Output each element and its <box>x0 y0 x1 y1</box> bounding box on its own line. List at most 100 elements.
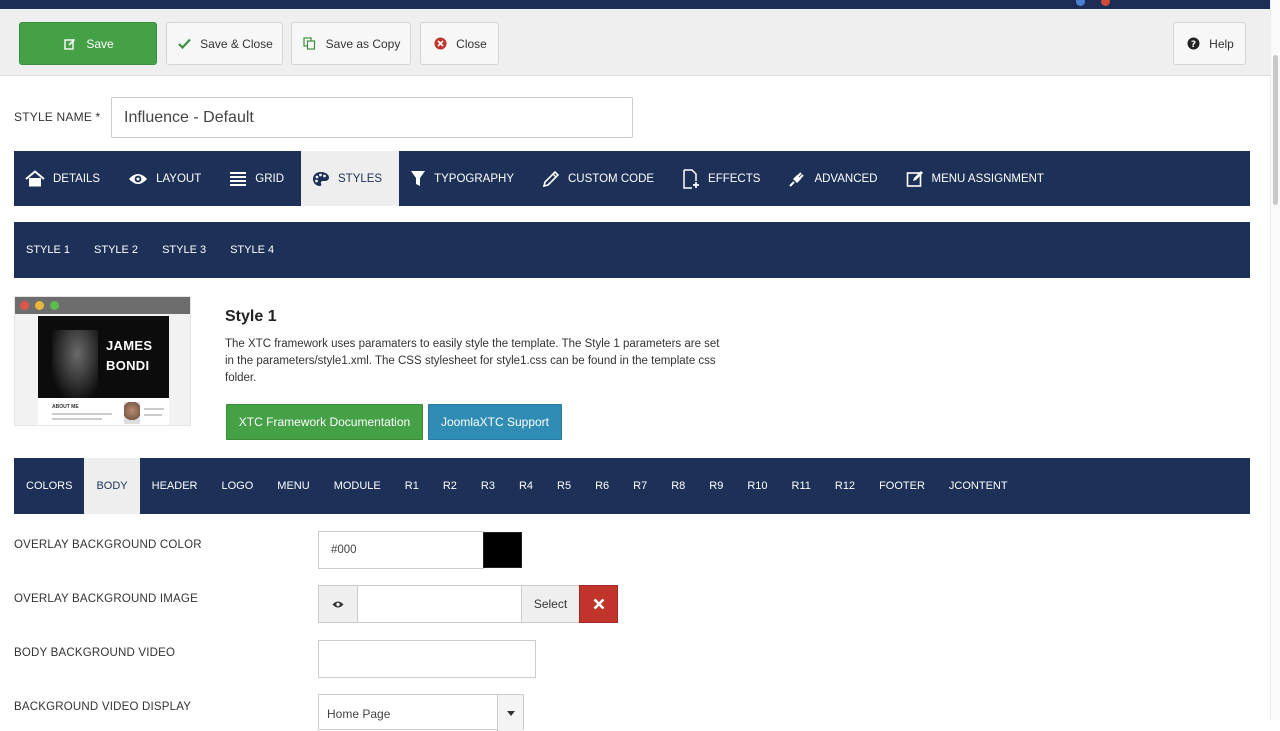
tab-r5[interactable]: R5 <box>545 458 583 514</box>
save-as-copy-label: Save as Copy <box>325 36 401 51</box>
overlay-bg-color-input[interactable]: #000 <box>318 531 484 569</box>
style-name-label: STYLE NAME * <box>14 110 101 124</box>
tab-footer[interactable]: FOOTER <box>867 458 937 514</box>
save-button[interactable]: Save <box>19 22 157 65</box>
color-swatch[interactable] <box>483 532 522 568</box>
preview-portrait <box>52 330 98 398</box>
tab-style-2[interactable]: STYLE 2 <box>82 222 150 278</box>
tab-jcontent[interactable]: JCONTENT <box>937 458 1020 514</box>
tab-logo[interactable]: LOGO <box>210 458 266 514</box>
tab-menu-assignment[interactable]: MENU ASSIGNMENT <box>895 151 1061 206</box>
overlay-bg-image-input[interactable] <box>357 585 522 623</box>
help-button[interactable]: ? Help <box>1173 22 1246 65</box>
notification-dot <box>1101 0 1110 6</box>
bg-video-display-label: BACKGROUND VIDEO DISPLAY <box>14 701 192 713</box>
preview-text-line <box>144 414 162 416</box>
top-header-strip <box>0 0 1280 9</box>
style-preview-thumbnail: JAMES BONDI ABOUT ME <box>14 296 191 426</box>
preview-browser-bar <box>15 297 190 314</box>
notification-dot <box>1076 0 1085 6</box>
tab-custom-code[interactable]: CUSTOM CODE <box>531 151 671 206</box>
tab-styles[interactable]: STYLES <box>301 151 400 206</box>
tab-style-4[interactable]: STYLE 4 <box>218 222 286 278</box>
style-name-input[interactable] <box>111 97 633 138</box>
close-button[interactable]: Close <box>420 22 499 65</box>
preview-image-button[interactable] <box>318 585 358 623</box>
section-tabs: COLORS BODY HEADER LOGO MENU MODULE R1 R… <box>14 458 1250 514</box>
tab-module[interactable]: MODULE <box>322 458 393 514</box>
tab-body[interactable]: BODY <box>84 458 140 514</box>
filter-icon <box>411 170 426 186</box>
preview-hero: JAMES BONDI <box>38 316 169 398</box>
main-tabs: DETAILS LAYOUT GRID STYLES TYPOGRAPHY CU… <box>14 151 1250 206</box>
tab-menu[interactable]: MENU <box>265 458 321 514</box>
help-label: Help <box>1209 36 1234 51</box>
clear-image-button[interactable] <box>579 585 618 623</box>
edit-square-icon <box>906 170 923 187</box>
tab-style-1[interactable]: STYLE 1 <box>14 222 82 278</box>
tab-style-3[interactable]: STYLE 3 <box>150 222 218 278</box>
new-file-icon <box>683 168 700 189</box>
plug-icon <box>789 171 805 187</box>
tab-r2[interactable]: R2 <box>431 458 469 514</box>
pencil-icon <box>542 170 560 187</box>
select-image-button[interactable]: Select <box>521 585 580 623</box>
chevron-down-icon <box>497 695 523 731</box>
tab-layout[interactable]: LAYOUT <box>117 151 218 206</box>
body-bg-video-input[interactable] <box>318 640 536 678</box>
tab-typography[interactable]: TYPOGRAPHY <box>399 151 531 206</box>
tab-grid-label: GRID <box>255 172 284 185</box>
tab-r10[interactable]: R10 <box>735 458 779 514</box>
save-as-copy-button[interactable]: Save as Copy <box>291 22 411 65</box>
bg-video-display-value: Home Page <box>327 707 391 721</box>
preview-name-line1: JAMES <box>106 338 153 353</box>
tab-r9[interactable]: R9 <box>697 458 735 514</box>
preview-dot-green <box>50 301 59 310</box>
tab-menu-assignment-label: MENU ASSIGNMENT <box>931 172 1044 185</box>
tab-r4[interactable]: R4 <box>507 458 545 514</box>
preview-profile-image <box>124 402 140 424</box>
tab-effects[interactable]: EFFECTS <box>671 151 777 206</box>
home-icon <box>25 169 45 186</box>
overlay-bg-image-label: OVERLAY BACKGROUND IMAGE <box>14 593 198 605</box>
style-description: The XTC framework uses paramaters to eas… <box>225 338 720 384</box>
list-icon <box>230 171 247 186</box>
tab-advanced[interactable]: ADVANCED <box>777 151 894 206</box>
preview-dot-red <box>20 301 29 310</box>
eye-icon <box>129 173 148 184</box>
preview-about-label: ABOUT ME <box>52 404 79 410</box>
joomlaxtc-support-button[interactable]: JoomlaXTC Support <box>428 404 562 440</box>
tab-typography-label: TYPOGRAPHY <box>434 172 514 185</box>
check-icon <box>176 36 192 52</box>
tab-r3[interactable]: R3 <box>469 458 507 514</box>
page-scrollbar[interactable] <box>1270 0 1280 720</box>
tab-header[interactable]: HEADER <box>140 458 210 514</box>
preview-text-line <box>52 413 112 415</box>
bg-video-display-select[interactable]: Home Page <box>318 694 524 731</box>
scrollbar-thumb[interactable] <box>1273 55 1278 205</box>
tab-details[interactable]: DETAILS <box>14 151 117 206</box>
tab-r12[interactable]: R12 <box>823 458 867 514</box>
close-icon <box>593 598 604 610</box>
preview-text-line <box>52 418 102 420</box>
save-label: Save <box>86 36 114 51</box>
style-title: Style 1 <box>225 308 277 325</box>
body-bg-video-label: BODY BACKGROUND VIDEO <box>14 647 176 659</box>
tab-r6[interactable]: R6 <box>583 458 621 514</box>
tab-r8[interactable]: R8 <box>659 458 697 514</box>
tab-r1[interactable]: R1 <box>393 458 431 514</box>
overlay-bg-color-label: OVERLAY BACKGROUND COLOR <box>14 539 202 551</box>
toolbar: Save Save & Close Save as Copy Close ? H… <box>0 9 1270 76</box>
svg-text:?: ? <box>1191 40 1196 50</box>
tab-styles-label: STYLES <box>338 172 383 185</box>
save-close-button[interactable]: Save & Close <box>166 22 283 65</box>
tab-r11[interactable]: R11 <box>780 458 823 514</box>
preview-dot-yellow <box>35 301 44 310</box>
tab-colors[interactable]: COLORS <box>14 458 84 514</box>
tab-r7[interactable]: R7 <box>621 458 659 514</box>
tab-grid[interactable]: GRID <box>218 151 301 206</box>
xtc-documentation-button[interactable]: XTC Framework Documentation <box>226 404 423 440</box>
preview-name-line2: BONDI <box>106 358 150 373</box>
tab-details-label: DETAILS <box>53 172 101 185</box>
close-label: Close <box>456 36 487 51</box>
